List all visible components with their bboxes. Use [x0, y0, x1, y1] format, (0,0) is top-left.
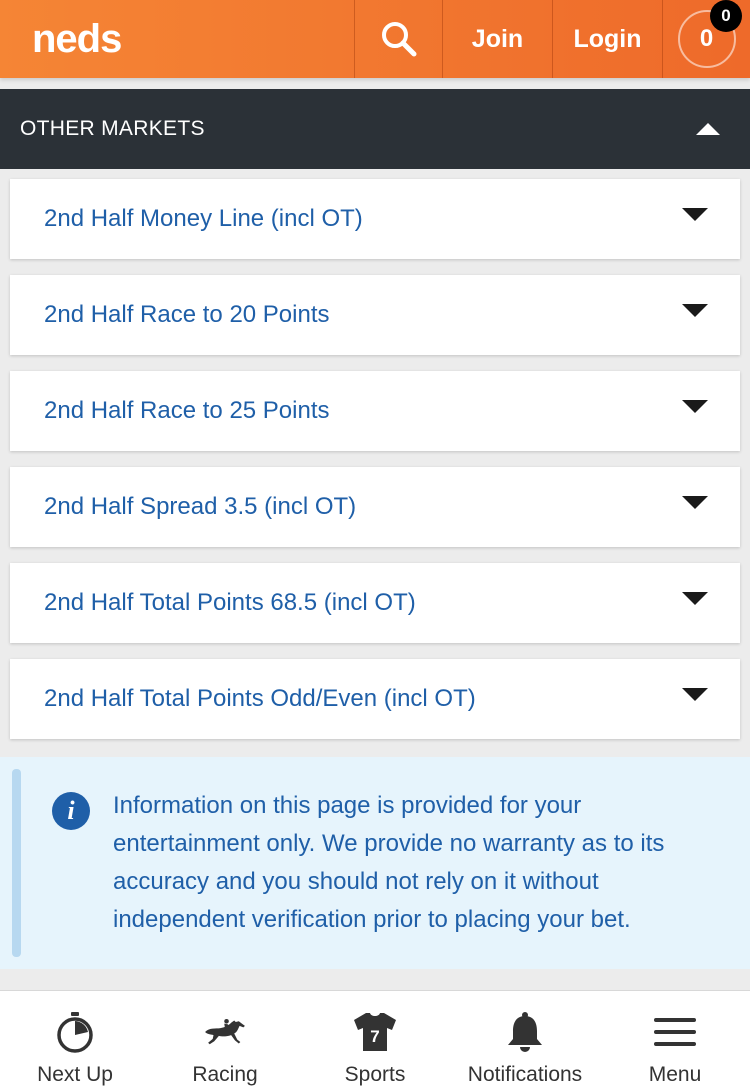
- nav-next-up[interactable]: Next Up: [0, 991, 150, 1087]
- market-label: 2nd Half Spread 3.5 (incl OT): [44, 493, 357, 520]
- nav-notifications[interactable]: Notifications: [450, 991, 600, 1087]
- nav-label: Sports: [344, 1063, 406, 1086]
- nav-sports[interactable]: 7 Sports: [300, 991, 450, 1087]
- info-icon: i: [52, 792, 90, 830]
- chevron-down-icon: [682, 495, 708, 509]
- nav-label: Next Up: [37, 1063, 113, 1086]
- info-accent-bar: [12, 769, 21, 957]
- nav-label: Racing: [192, 1063, 258, 1086]
- top-header: neds Join Login 0 0: [0, 0, 750, 78]
- market-item[interactable]: 2nd Half Race to 25 Points: [10, 371, 740, 451]
- market-label: 2nd Half Total Points 68.5 (incl OT): [44, 589, 416, 616]
- svg-text:7: 7: [370, 1027, 379, 1046]
- nav-menu[interactable]: Menu: [600, 991, 750, 1087]
- neds-logo[interactable]: neds: [0, 0, 354, 78]
- market-item[interactable]: 2nd Half Money Line (incl OT): [10, 179, 740, 259]
- market-label: 2nd Half Race to 25 Points: [44, 397, 330, 424]
- bottom-nav: Next Up Racing 7 Sports Notifications Me…: [0, 990, 750, 1087]
- join-button[interactable]: Join: [442, 0, 552, 78]
- market-label: 2nd Half Total Points Odd/Even (incl OT): [44, 685, 476, 712]
- market-label: 2nd Half Money Line (incl OT): [44, 205, 363, 232]
- info-notice: i Information on this page is provided f…: [0, 757, 750, 969]
- chevron-down-icon: [682, 399, 708, 413]
- other-markets-header[interactable]: OTHER MARKETS: [0, 89, 750, 169]
- hamburger-icon: [652, 1009, 698, 1055]
- chevron-up-icon[interactable]: [696, 123, 720, 135]
- nav-label: Notifications: [467, 1063, 583, 1086]
- stopwatch-icon: [52, 1009, 98, 1055]
- horse-icon: [202, 1009, 248, 1055]
- market-item[interactable]: 2nd Half Spread 3.5 (incl OT): [10, 467, 740, 547]
- jersey-icon: 7: [352, 1009, 398, 1055]
- chevron-down-icon: [682, 687, 708, 701]
- chevron-down-icon: [682, 207, 708, 221]
- betslip-button[interactable]: 0 0: [662, 0, 750, 78]
- chevron-down-icon: [682, 591, 708, 605]
- market-item[interactable]: 2nd Half Total Points Odd/Even (incl OT): [10, 659, 740, 739]
- chevron-down-icon: [682, 303, 708, 317]
- nav-label: Menu: [648, 1063, 702, 1086]
- market-item[interactable]: 2nd Half Race to 20 Points: [10, 275, 740, 355]
- market-item[interactable]: 2nd Half Total Points 68.5 (incl OT): [10, 563, 740, 643]
- market-label: 2nd Half Race to 20 Points: [44, 301, 330, 328]
- info-text: Information on this page is provided for…: [113, 792, 665, 933]
- section-title: OTHER MARKETS: [20, 117, 205, 140]
- search-icon: [381, 22, 416, 57]
- bell-icon: [502, 1009, 548, 1055]
- nav-racing[interactable]: Racing: [150, 991, 300, 1087]
- login-button[interactable]: Login: [552, 0, 662, 78]
- betslip-badge: 0: [710, 0, 742, 32]
- search-button[interactable]: [354, 0, 442, 78]
